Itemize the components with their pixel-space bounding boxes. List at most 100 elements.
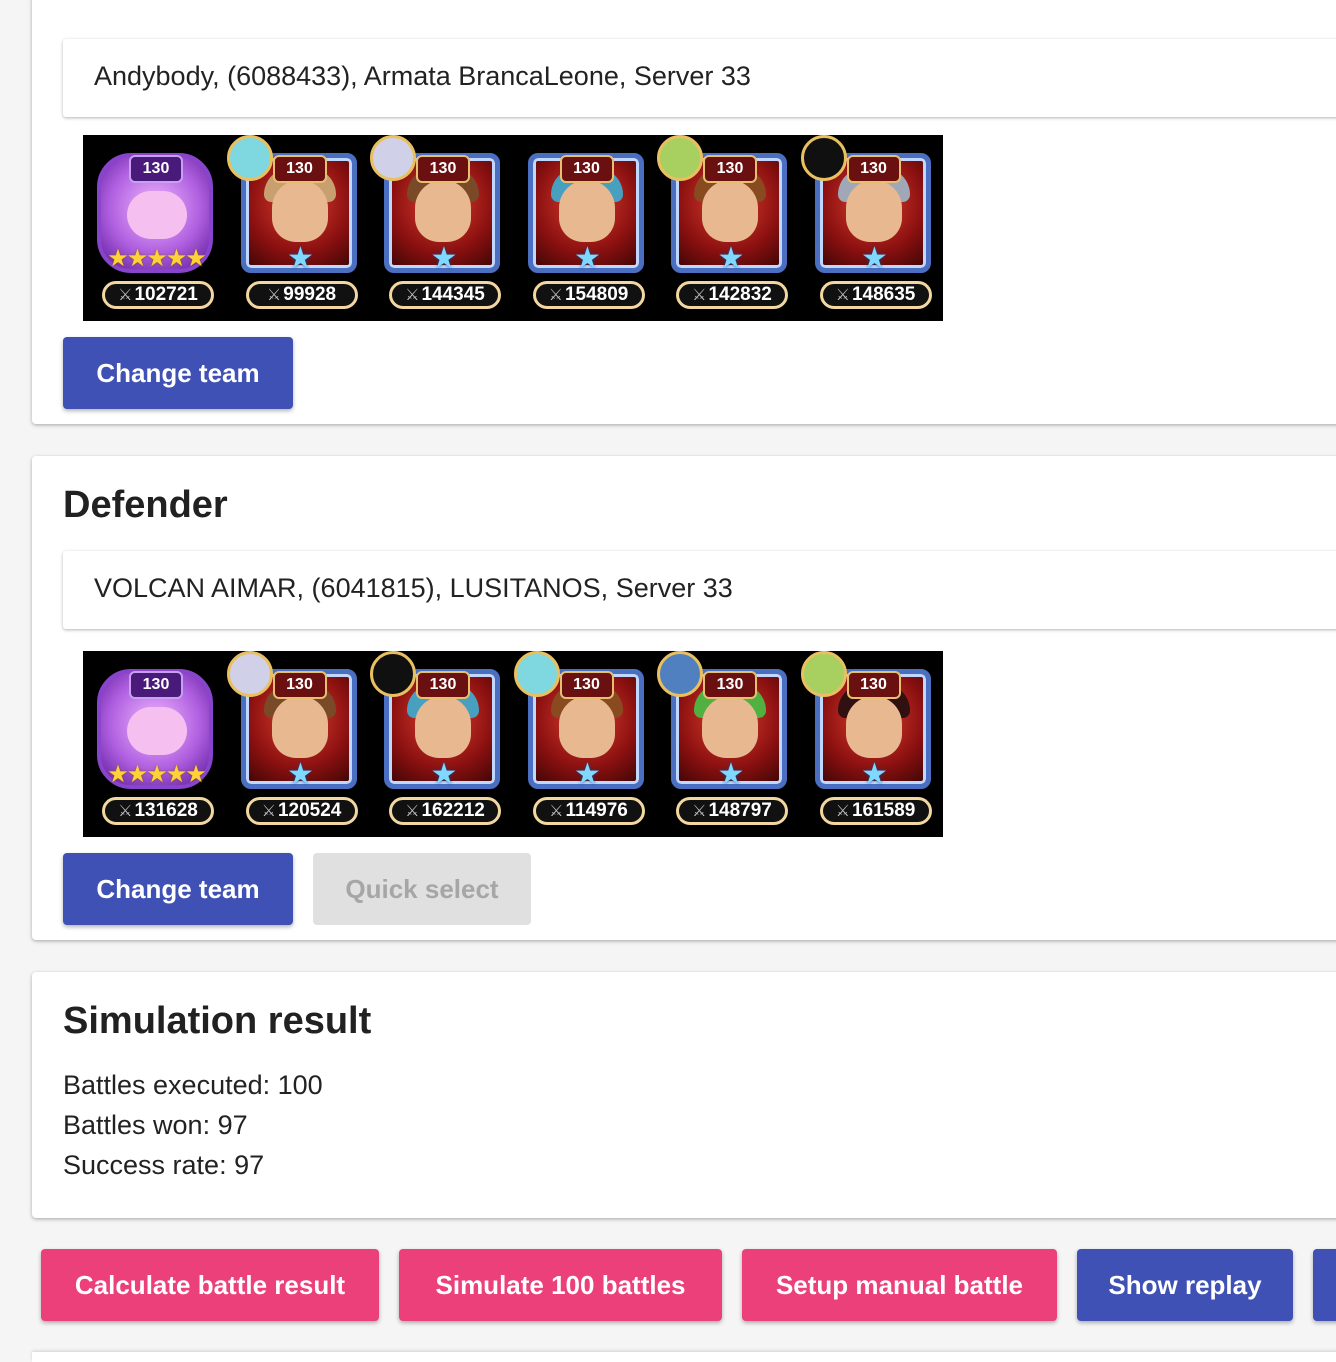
defender-team-strip[interactable]: 130 ★★★★★ ⚔ 131628 130 ★ ⚔ 120524 130 ★ ⚔ 162212 130…	[83, 651, 943, 837]
hero-level-badge: 130	[129, 671, 183, 699]
pet-badge-icon	[513, 651, 560, 697]
defender-player-text: VOLCAN AIMAR, (6041815), LUSITANOS, Serv…	[94, 573, 733, 603]
hero-face	[702, 180, 758, 242]
attacker-player-text: Andybody, (6088433), Armata BrancaLeone,…	[94, 61, 751, 91]
hero-slot[interactable]: 130 ★ ⚔ 144345	[370, 135, 501, 321]
hero-power: ⚔ 120524	[245, 797, 358, 825]
swords-icon: ⚔	[118, 803, 133, 820]
hero-level-badge: 130	[846, 671, 901, 699]
pet-badge-icon	[226, 651, 273, 697]
swords-icon: ⚔	[405, 803, 420, 820]
hero-power-value: 99928	[283, 284, 337, 305]
hero-power: ⚔ 154809	[532, 281, 645, 309]
hero-slot[interactable]: 130 ★ ⚔ 148797	[657, 651, 788, 837]
star-rating-icon: ★★★★★	[107, 761, 207, 788]
swords-icon: ⚔	[835, 287, 850, 304]
star-rating-icon: ★	[717, 242, 745, 275]
hero-power: ⚔ 142832	[676, 281, 788, 309]
next-card-edge	[32, 1352, 1336, 1362]
pet-badge-icon	[800, 135, 847, 181]
hero-face	[127, 191, 187, 239]
star-rating-icon: ★★★★★	[107, 245, 207, 272]
hero-power: ⚔ 99928	[245, 281, 358, 309]
attacker-team-strip[interactable]: 130 ★★★★★ ⚔ 102721 130 ★ ⚔ 99928 130 ★ ⚔ 144345 130 ★…	[83, 135, 943, 321]
swords-icon: ⚔	[549, 803, 564, 820]
hero-face	[845, 696, 902, 758]
hero-level-badge: 130	[129, 155, 183, 183]
star-rating-icon: ★	[574, 242, 601, 275]
hero-level-badge: 130	[559, 155, 614, 183]
hero-power: ⚔ 161589	[819, 797, 932, 825]
simulate-battles-button[interactable]: Simulate 100 battles	[399, 1249, 722, 1321]
pet-badge-icon	[657, 135, 703, 181]
hero-face	[271, 180, 328, 242]
hero-power-value: 120524	[277, 800, 342, 821]
defender-player-field[interactable]: VOLCAN AIMAR, (6041815), LUSITANOS, Serv…	[63, 551, 1336, 629]
hero-power: ⚔ 144345	[389, 281, 501, 309]
hero-power-value: 154809	[564, 284, 629, 305]
success-rate-text: Success rate: 97	[63, 1150, 265, 1180]
hero-slot[interactable]: 130 ★★★★★ ⚔ 102721	[83, 135, 214, 321]
swords-icon: ⚔	[118, 287, 133, 304]
hero-face	[271, 696, 328, 758]
hero-power: ⚔ 162212	[389, 797, 501, 825]
setup-manual-battle-button[interactable]: Setup manual battle	[742, 1249, 1057, 1321]
hero-level-badge: 130	[703, 671, 757, 699]
hero-face	[415, 180, 471, 242]
hero-slot[interactable]: 130 ★ ⚔ 161589	[800, 651, 932, 837]
star-rating-icon: ★	[287, 242, 314, 275]
hero-power: ⚔ 131628	[102, 797, 214, 825]
star-rating-icon: ★	[717, 758, 745, 791]
defender-change-team-button[interactable]: Change team	[63, 853, 293, 925]
hero-power-value: 144345	[421, 284, 485, 305]
swords-icon: ⚔	[266, 287, 282, 304]
hero-power-value: 131628	[134, 800, 198, 821]
hero-slot[interactable]: 130 ★ ⚔ 162212	[370, 651, 501, 837]
hero-slot[interactable]: 130 ★★★★★ ⚔ 131628	[83, 651, 214, 837]
star-rating-icon: ★	[861, 758, 888, 791]
attacker-player-field[interactable]: Andybody, (6088433), Armata BrancaLeone,…	[63, 39, 1336, 117]
more-actions-button[interactable]	[1313, 1249, 1336, 1321]
swords-icon: ⚔	[692, 287, 707, 304]
attacker-change-team-button[interactable]: Change team	[63, 337, 293, 409]
hero-power-value: 161589	[851, 800, 916, 821]
hero-slot[interactable]: 130 ★ ⚔ 148635	[800, 135, 932, 321]
hero-slot[interactable]: 130 ★ ⚔ 142832	[657, 135, 788, 321]
swords-icon: ⚔	[835, 803, 850, 820]
swords-icon: ⚔	[548, 287, 563, 304]
hero-face	[702, 696, 758, 758]
hero-level-badge: 130	[416, 155, 470, 183]
star-rating-icon: ★	[574, 758, 601, 791]
swords-icon: ⚔	[405, 287, 420, 304]
hero-slot[interactable]: 130 ★ ⚔ 99928	[226, 135, 358, 321]
hero-slot[interactable]: 130 ★ ⚔ 120524	[226, 651, 358, 837]
star-rating-icon: ★	[430, 242, 458, 275]
defender-card: Defender VOLCAN AIMAR, (6041815), LUSITA…	[32, 456, 1336, 940]
hero-level-badge: 130	[703, 155, 757, 183]
result-title: Simulation result	[63, 1000, 372, 1042]
pet-badge-icon	[657, 651, 703, 697]
hero-level-badge: 130	[559, 671, 614, 699]
hero-face	[127, 707, 187, 755]
quick-select-button[interactable]: Quick select	[313, 853, 531, 925]
hero-level-badge: 130	[272, 155, 327, 183]
pet-badge-icon	[800, 651, 847, 697]
hero-power: ⚔ 114976	[532, 797, 645, 825]
pet-badge-icon	[370, 651, 416, 697]
swords-icon: ⚔	[692, 803, 707, 820]
hero-slot[interactable]: 130 ★ ⚔ 154809	[514, 135, 645, 321]
battles-executed-text: Battles executed: 100	[63, 1070, 323, 1100]
star-rating-icon: ★	[430, 758, 458, 791]
star-rating-icon: ★	[861, 242, 888, 275]
hero-power-value: 148797	[708, 800, 772, 821]
hero-power-value: 142832	[708, 284, 772, 305]
hero-power: ⚔ 102721	[102, 281, 214, 309]
pet-badge-icon	[226, 135, 273, 181]
show-replay-button[interactable]: Show replay	[1077, 1249, 1293, 1321]
defender-title: Defender	[63, 484, 228, 526]
swords-icon: ⚔	[261, 803, 276, 820]
hero-level-badge: 130	[416, 671, 470, 699]
hero-power: ⚔ 148635	[819, 281, 932, 309]
calculate-battle-result-button[interactable]: Calculate battle result	[41, 1249, 379, 1321]
hero-slot[interactable]: 130 ★ ⚔ 114976	[513, 651, 645, 837]
